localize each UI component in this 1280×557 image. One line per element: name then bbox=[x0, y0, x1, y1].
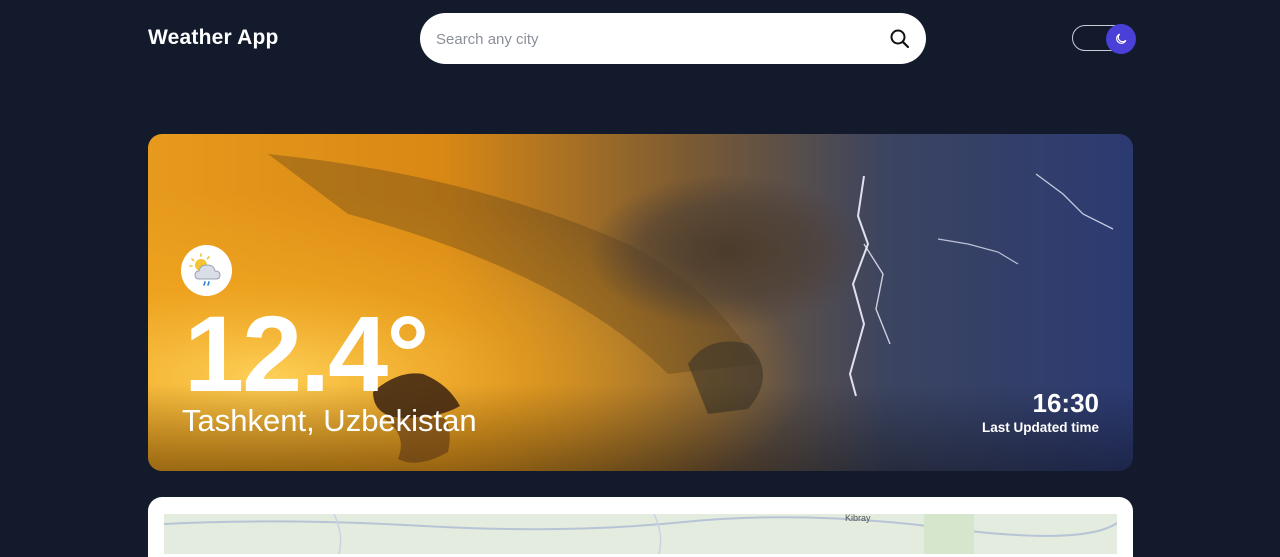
search-input[interactable] bbox=[434, 13, 878, 66]
last-updated-time: 16:30 bbox=[1032, 388, 1100, 418]
map-view[interactable] bbox=[163, 513, 1118, 555]
map-tiles bbox=[163, 513, 1118, 555]
current-weather-card: 12.4° Tashkent, Uzbekistan 16:30 Last Up… bbox=[148, 134, 1133, 471]
location-name: Tashkent, Uzbekistan bbox=[182, 403, 477, 438]
search-icon[interactable] bbox=[888, 27, 912, 51]
search-bar[interactable] bbox=[420, 13, 926, 66]
moon-icon[interactable] bbox=[1106, 24, 1136, 54]
last-updated-label: Last Updated time bbox=[981, 420, 1099, 435]
temperature: 12.4° bbox=[184, 293, 429, 414]
app-header: Weather App bbox=[0, 0, 1280, 80]
weather-icon-badge bbox=[181, 245, 232, 296]
app-title: Weather App bbox=[148, 26, 279, 49]
map-place-label: Kibray bbox=[845, 513, 871, 523]
map-card: Kibray bbox=[148, 497, 1133, 557]
cloud-sun-rain-icon bbox=[188, 252, 221, 286]
